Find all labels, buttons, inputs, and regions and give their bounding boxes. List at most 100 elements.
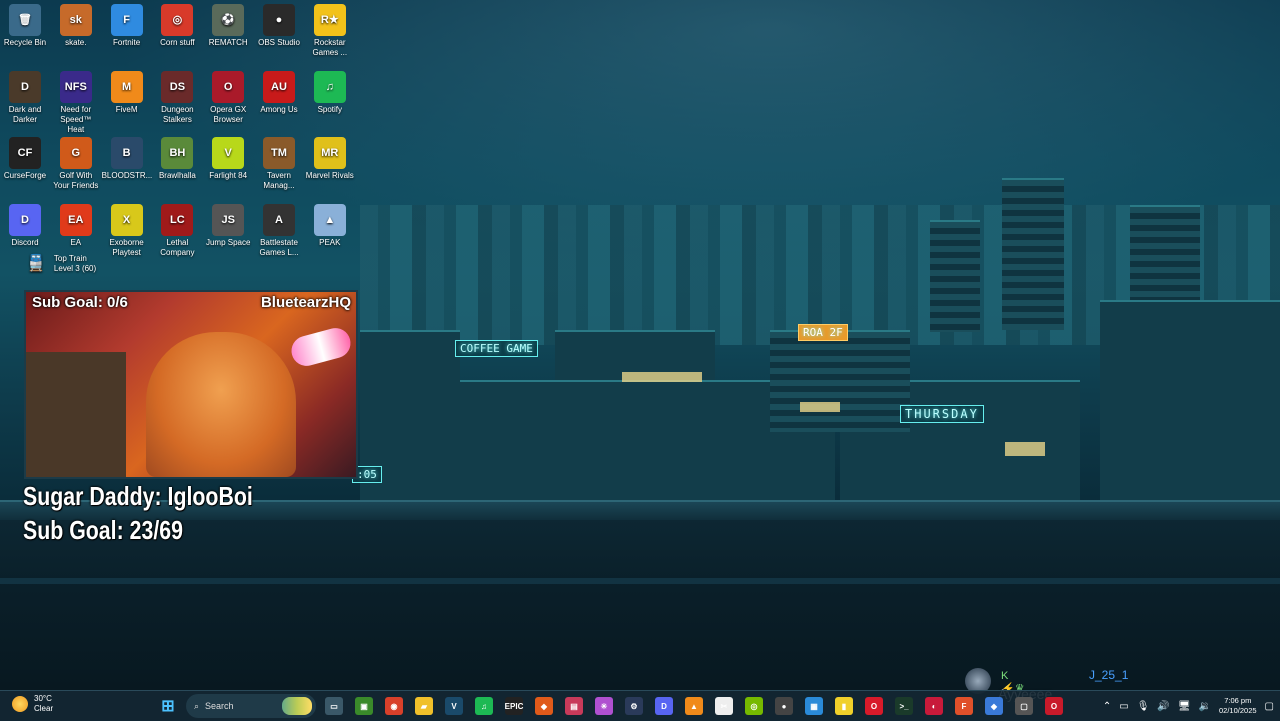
taskbar-app-vs[interactable]: V: [442, 694, 466, 718]
figma-icon: F: [955, 697, 973, 715]
taskbar-app-diamond[interactable]: ◆: [982, 694, 1006, 718]
desktop-icon[interactable]: MR Marvel Rivals: [305, 133, 355, 181]
taskbar-app-steam[interactable]: ⚙: [622, 694, 646, 718]
network-icon[interactable]: 🖥: [1178, 701, 1191, 712]
taskbar-app-epic[interactable]: EPIC: [502, 694, 526, 718]
desktop-icon[interactable]: ◎ Corn stuff: [152, 0, 202, 48]
taskbar-app-vlc[interactable]: ▲: [682, 694, 706, 718]
desktop-icon[interactable]: G Golf With Your Friends: [51, 133, 101, 191]
desktop-icon[interactable]: ▲ PEAK: [305, 200, 355, 248]
desktop-icon-top-train[interactable]: 🚆 Top Train Level 3 (60): [26, 254, 126, 274]
taskbar-app-opera-gx[interactable]: O: [1042, 694, 1066, 718]
taskbar-app-obs[interactable]: ●: [772, 694, 796, 718]
taskbar-app-snip[interactable]: ▦: [802, 694, 826, 718]
taskbar-app-cursor[interactable]: ✳: [592, 694, 616, 718]
clock[interactable]: 7:06 pm 02/10/2025: [1219, 696, 1257, 716]
app-icon: O: [212, 70, 245, 103]
app-icon: M: [110, 70, 143, 103]
desktop-icon[interactable]: NFS Need for Speed™ Heat: [51, 67, 101, 135]
taskbar-app-nvidia[interactable]: ◎: [742, 694, 766, 718]
microphone-icon[interactable]: 🎙: [1137, 701, 1150, 712]
desktop-icon[interactable]: F Fortnite: [102, 0, 152, 48]
app-icon: DS: [161, 70, 194, 103]
rooftop: [0, 520, 1280, 690]
desktop-icon[interactable]: sk skate.: [51, 0, 101, 48]
webcam-shelf: [26, 352, 126, 477]
desktop-icon-label: Recycle Bin: [3, 38, 47, 47]
tray-app-icon[interactable]: ▭: [1119, 701, 1128, 712]
desktop-icon[interactable]: B BLOODSTR...: [102, 133, 152, 181]
desktop-icon[interactable]: ● OBS Studio: [254, 0, 304, 48]
desktop-icon-label: REMATCH: [208, 38, 248, 47]
taskbar-app-bag[interactable]: ▢: [1012, 694, 1036, 718]
desktop-icon[interactable]: DS Dungeon Stalkers: [152, 67, 202, 125]
volume-icon[interactable]: 🔊: [1157, 701, 1169, 712]
neon-sign-roa: ROA 2F: [798, 324, 848, 341]
minecraft-icon: ▣: [355, 697, 373, 715]
desktop-icon[interactable]: R★ Rockstar Games ...: [305, 0, 355, 58]
taskbar-app-spotify[interactable]: ♫: [472, 694, 496, 718]
taskbar-app-chrome[interactable]: ◉: [382, 694, 406, 718]
top-train-label: Top Train Level 3 (60): [53, 254, 97, 273]
desktop-icon[interactable]: V Farlight 84: [203, 133, 253, 181]
taskbar-app-sticky[interactable]: ▮: [832, 694, 856, 718]
cam-sub-goal: Sub Goal: 0/6: [32, 294, 128, 311]
desktop-icon-grid: 🗑 Recycle Bin sk skate. F Fortnite ◎ Corn stuff…: [0, 0, 360, 280]
taskbar-app-opera[interactable]: O: [862, 694, 886, 718]
task-view-icon: ▭: [325, 697, 343, 715]
taskbar-app-minecraft[interactable]: ▣: [352, 694, 376, 718]
desktop-icon[interactable]: TM Tavern Manag...: [254, 133, 304, 191]
taskbar-app-task-view[interactable]: ▭: [322, 694, 346, 718]
desktop-icon[interactable]: BH Brawlhalla: [152, 133, 202, 181]
cursor-icon: ✳: [595, 697, 613, 715]
app-icon: A: [263, 203, 295, 236]
obs-icon: ●: [775, 697, 793, 715]
steam-icon: ⚙: [625, 697, 643, 715]
desktop-icon-label: BLOODSTR...: [101, 171, 153, 180]
desktop-icon[interactable]: 🗑 Recycle Bin: [0, 0, 50, 48]
weather-widget[interactable]: 30°C Clear: [12, 694, 53, 714]
desktop-icon[interactable]: M FiveM: [102, 67, 152, 115]
chevron-up-icon[interactable]: ⌃: [1103, 701, 1111, 712]
taskbar-app-brave[interactable]: ◆: [532, 694, 556, 718]
desktop-icon[interactable]: O Opera GX Browser: [203, 67, 253, 125]
desktop-icon[interactable]: ⚽ REMATCH: [203, 0, 253, 48]
desktop-icon[interactable]: AU Among Us: [254, 67, 304, 115]
lit-windows: [1005, 442, 1045, 456]
desktop-icon[interactable]: D Dark and Darker: [0, 67, 50, 125]
taskbar-app-discord[interactable]: D: [652, 694, 676, 718]
app-icon: ⚽: [212, 4, 245, 36]
desktop-icon[interactable]: A Battlestate Games L...: [254, 200, 304, 258]
app-icon: R★: [313, 4, 346, 36]
desktop-icon[interactable]: CF CurseForge: [0, 133, 50, 181]
desktop-icon-label: FiveM: [115, 104, 138, 114]
desktop-icon[interactable]: D Discord: [0, 200, 50, 248]
taskbar-app-file-explorer[interactable]: ▰: [412, 694, 436, 718]
spotify-icon: ♫: [475, 697, 493, 715]
taskbar-app-twitch-app[interactable]: ▤: [562, 694, 586, 718]
desktop-icon-label: Golf With Your Friends: [53, 171, 99, 190]
taskbar-app-game-app[interactable]: ◐: [922, 694, 946, 718]
desktop-icon[interactable]: ♫ Spotify: [305, 67, 355, 115]
taskbar-app-terminal[interactable]: >_: [892, 694, 916, 718]
brave-icon: ◆: [535, 697, 553, 715]
desktop-icon-label: Farlight 84: [209, 171, 248, 180]
notification-icon[interactable]: ▢: [1265, 701, 1274, 712]
taskbar-app-capcut[interactable]: ✂: [712, 694, 736, 718]
vs-icon: V: [445, 697, 463, 715]
search-box[interactable]: ⌕ Search: [186, 694, 316, 718]
taskbar-app-figma[interactable]: F: [952, 694, 976, 718]
desktop-icon[interactable]: X Exoborne Playtest: [102, 200, 152, 258]
desktop-icon[interactable]: JS Jump Space: [203, 200, 253, 248]
start-button[interactable]: ⊞: [156, 694, 180, 718]
desktop-icon[interactable]: LC Lethal Company: [152, 200, 202, 258]
desktop-icon[interactable]: EA EA: [51, 200, 101, 248]
opera-gx-icon: O: [1045, 697, 1063, 715]
vlc-icon: ▲: [685, 697, 703, 715]
diamond-icon: ◆: [985, 697, 1003, 715]
file-explorer-icon: ▰: [415, 697, 433, 715]
desktop-icon-label: Rockstar Games ...: [312, 38, 348, 57]
epic-icon: EPIC: [505, 697, 523, 715]
app-icon: LC: [161, 203, 194, 236]
speaker-icon[interactable]: 🔉: [1199, 701, 1211, 712]
